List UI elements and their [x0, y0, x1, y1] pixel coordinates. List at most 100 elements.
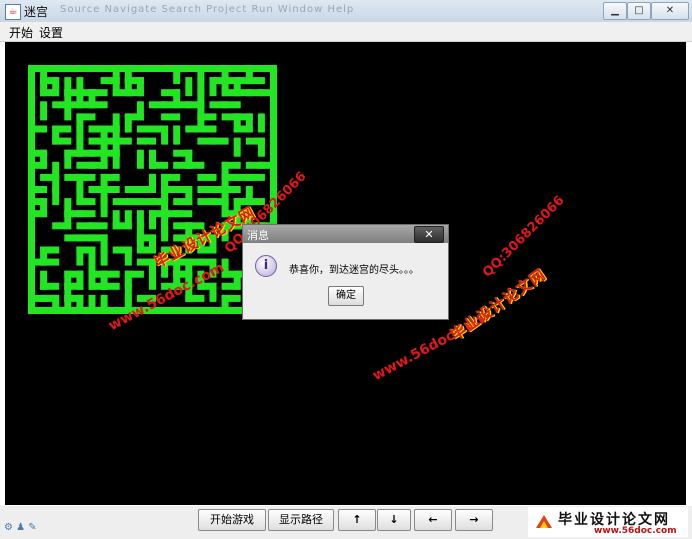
maze-wall	[64, 294, 84, 302]
maze-wall	[28, 161, 48, 169]
maze-wall	[76, 246, 96, 254]
background-window-menu: Source Navigate Search Project Run Windo…	[60, 4, 355, 15]
maze-wall	[124, 294, 132, 314]
maze-wall	[52, 137, 72, 145]
maze-wall	[64, 270, 84, 278]
maze-wall	[209, 137, 229, 145]
maze-wall	[245, 113, 253, 133]
maze-wall	[173, 125, 181, 145]
close-button[interactable]: ✕	[651, 2, 689, 20]
maze-wall	[221, 222, 229, 242]
maze-wall	[100, 186, 120, 193]
maze-wall	[124, 77, 132, 97]
maze-wall	[221, 101, 241, 109]
down-button[interactable]: ↓	[377, 509, 411, 531]
maze-wall	[221, 294, 241, 302]
maze-wall	[28, 198, 48, 206]
menu-settings[interactable]: 设置	[39, 24, 63, 41]
maze-wall	[52, 222, 72, 230]
brand-url: www.56doc.com	[594, 526, 677, 536]
maze-wall	[173, 282, 193, 290]
maze-wall	[257, 89, 277, 97]
taskbar-icons: ⚙ ♟ ✎	[4, 522, 37, 533]
maze-wall	[185, 149, 193, 169]
maze-wall	[100, 294, 108, 314]
maze-wall	[76, 198, 96, 206]
window-title-bar: ☕ 迷宫 Source Navigate Search Project Run …	[0, 0, 692, 23]
maze-wall	[76, 113, 96, 121]
maze-wall	[88, 89, 96, 109]
menu-start[interactable]: 开始	[9, 24, 33, 41]
dialog-close-button[interactable]: ✕	[414, 226, 444, 243]
maze-wall	[185, 77, 193, 97]
window-title: 迷宫	[24, 5, 49, 19]
maze-wall	[28, 210, 48, 218]
left-button[interactable]: ←	[414, 509, 452, 531]
maze-wall	[136, 234, 156, 242]
maze-wall	[136, 149, 144, 169]
info-icon: i	[255, 255, 277, 277]
ok-button[interactable]: 确定	[328, 286, 364, 306]
maze-wall	[233, 77, 241, 97]
maze-wall	[76, 210, 96, 218]
maze-wall	[28, 186, 48, 193]
start-game-button[interactable]: 开始游戏	[198, 509, 266, 531]
maze-wall	[257, 113, 265, 133]
maze-wall	[28, 149, 48, 157]
maze-wall	[197, 173, 217, 181]
maze-wall	[173, 65, 181, 85]
maze-wall	[112, 149, 120, 169]
maze-wall	[136, 101, 144, 121]
maze-wall	[245, 65, 253, 85]
maze-wall	[197, 258, 217, 266]
maze-wall	[40, 258, 60, 266]
maze-wall	[76, 173, 96, 181]
maze-wall	[40, 282, 60, 290]
maze-wall	[40, 101, 48, 121]
maze-wall	[28, 125, 48, 133]
maze-wall	[221, 198, 229, 218]
brand-logo-area: 毕业设计论文网 www.56doc.com	[528, 507, 688, 537]
right-button[interactable]: →	[455, 509, 493, 531]
maze-wall	[100, 282, 120, 290]
maze-wall	[100, 270, 120, 278]
maze-wall	[100, 198, 108, 218]
maze-wall	[161, 113, 181, 121]
maze-wall	[136, 77, 144, 97]
maze-wall	[161, 222, 169, 242]
maze-wall	[124, 113, 132, 133]
maze-wall	[161, 246, 181, 254]
dialog-title-bar: 消息 ✕	[243, 225, 448, 243]
menu-bar: 开始 设置	[0, 22, 692, 42]
maze-wall	[197, 113, 205, 133]
maze-wall	[88, 222, 108, 230]
maze-wall	[185, 222, 205, 230]
maze-wall	[233, 113, 241, 133]
maze-wall	[88, 161, 108, 169]
dialog-title: 消息	[247, 229, 269, 242]
maze-wall	[40, 173, 60, 181]
maze-wall	[76, 89, 84, 109]
maze-wall	[173, 89, 181, 109]
maze-wall	[136, 137, 156, 145]
maze-wall	[245, 186, 253, 206]
maze-wall	[52, 186, 60, 206]
maze-wall	[112, 246, 132, 254]
maze-wall	[40, 246, 60, 254]
java-app-icon: ☕	[5, 4, 21, 20]
maze-grid	[28, 65, 277, 314]
maximize-button[interactable]: □	[627, 2, 651, 20]
maze-wall	[233, 210, 241, 230]
maze-wall	[40, 89, 60, 97]
maze-wall	[28, 65, 277, 72]
maze-wall	[52, 125, 72, 133]
up-button[interactable]: ↑	[338, 509, 376, 531]
maze-wall	[136, 186, 156, 193]
maze-wall	[209, 77, 217, 97]
brand-logo-icon	[536, 515, 552, 528]
minimize-button[interactable]: ▁	[603, 2, 627, 20]
maze-wall	[136, 258, 156, 266]
maze-wall	[185, 294, 205, 302]
show-path-button[interactable]: 显示路径	[268, 509, 334, 531]
maze-wall	[185, 186, 193, 206]
